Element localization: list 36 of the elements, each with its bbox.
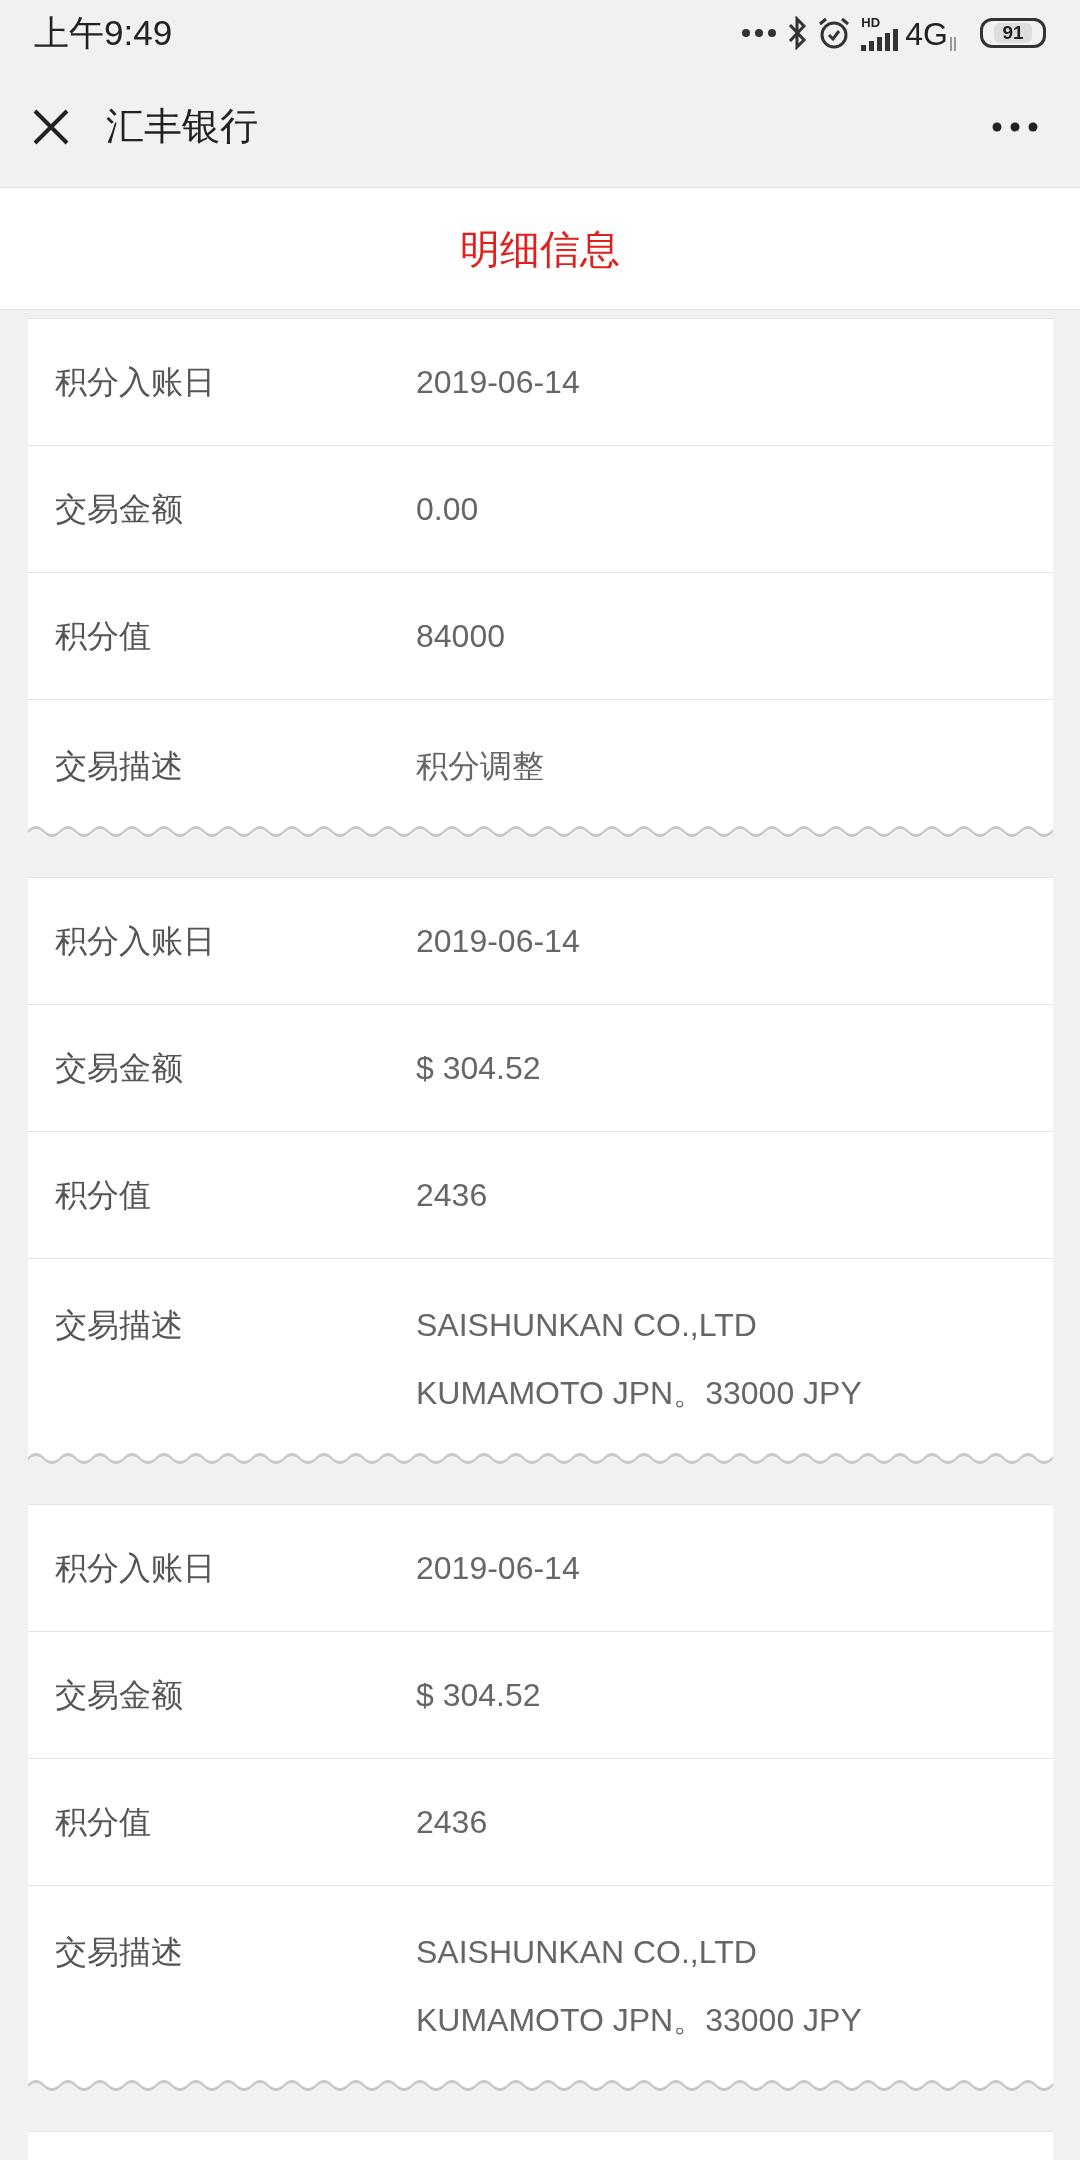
network-label: 4G: [905, 16, 948, 51]
section-title: 明细信息: [460, 225, 620, 273]
field-label: 交易金额: [54, 1049, 184, 1088]
field-label: 积分值: [54, 1176, 152, 1215]
field-label: 交易描述: [54, 747, 184, 786]
field-value: 2436: [416, 1803, 488, 1842]
field-value: 2019-06-14: [416, 363, 580, 402]
field-value: 84000: [416, 617, 505, 656]
field-value: $ 304.52: [416, 1676, 541, 1715]
field-label: 积分入账日: [54, 922, 216, 961]
field-value: $ 304.52: [416, 1049, 541, 1088]
battery-level: 91: [994, 23, 1032, 43]
data-arrows-icon: [948, 36, 958, 51]
field-label: 交易金额: [54, 1676, 184, 1715]
field-label: 积分入账日: [54, 1549, 216, 1588]
status-time: 上午9:49: [34, 11, 173, 54]
field-label: 交易描述: [54, 1306, 184, 1345]
field-value: 积分调整: [416, 747, 544, 786]
hd-label: HD: [861, 15, 881, 29]
field-label: 积分入账日: [54, 363, 216, 402]
field-value: 2019-06-14: [416, 1549, 580, 1588]
close-icon[interactable]: [32, 107, 70, 146]
more-icon[interactable]: [992, 121, 1038, 132]
alarm-icon: [817, 16, 852, 50]
field-label: 积分值: [54, 617, 152, 656]
field-value: 0.00: [416, 490, 479, 529]
field-value: 2019-06-14: [416, 922, 580, 961]
field-label: 交易描述: [54, 1933, 184, 1972]
field-value: SAISHUNKAN CO.,LTD KUMAMOTO JPN。33000 JPY: [416, 1933, 862, 2040]
page-title: 汇丰银行: [106, 104, 258, 149]
more-icon: [741, 28, 778, 38]
field-value: 2436: [416, 1176, 488, 1215]
bluetooth-icon: [787, 16, 808, 50]
field-value: SAISHUNKAN CO.,LTD KUMAMOTO JPN。33000 JPY: [416, 1306, 862, 1413]
field-label: 交易金额: [54, 490, 184, 529]
field-label: 积分值: [54, 1803, 152, 1842]
